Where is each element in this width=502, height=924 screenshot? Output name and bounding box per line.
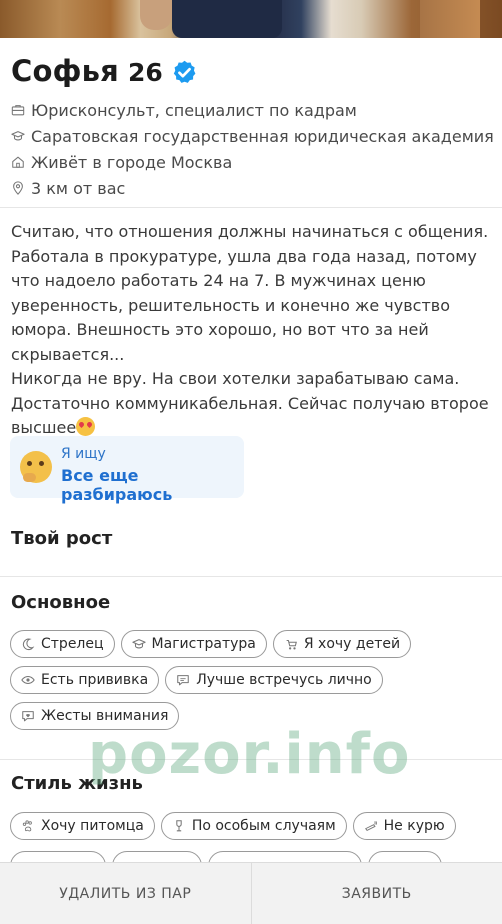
stroller-icon (284, 637, 298, 651)
verified-badge-icon (171, 59, 198, 86)
divider (0, 207, 502, 208)
chip-label: Не курю (384, 818, 445, 834)
bio-text: Считаю, что отношения должны начинаться … (11, 222, 489, 437)
wine-glass-icon (172, 819, 186, 833)
profile-age: 26 (128, 58, 163, 87)
chip-education[interactable]: Магистратура (121, 630, 267, 658)
thinking-face-icon (20, 451, 52, 483)
chip-label: Я хочу детей (304, 636, 400, 652)
profile-name: Софья (11, 54, 119, 88)
moon-icon (21, 637, 35, 651)
profile-photo[interactable] (0, 0, 502, 38)
info-city: Живёт в городе Москва (11, 149, 494, 175)
chip-label: Хочу питомца (41, 818, 144, 834)
no-smoking-icon (364, 819, 378, 833)
info-text: Живёт в городе Москва (31, 153, 232, 172)
chat-bubble-icon (176, 673, 190, 687)
seeking-label: Я ищу (61, 446, 106, 462)
photo-detail (172, 0, 282, 38)
lifestyle-chips: Хочу питомца По особым случаям Не курю (10, 812, 496, 840)
bottom-action-bar: УДАЛИТЬ ИЗ ПАР ЗАЯВИТЬ (0, 862, 502, 924)
location-pin-icon (11, 181, 25, 195)
remove-pair-button[interactable]: УДАЛИТЬ ИЗ ПАР (0, 863, 251, 924)
graduation-cap-icon (11, 129, 25, 143)
basics-section-title: Основное (11, 592, 110, 613)
info-distance: 3 км от вас (11, 175, 494, 201)
chip-drinking[interactable]: По особым случаям (161, 812, 347, 840)
seeking-value: Все еще разбираюсь (61, 466, 244, 504)
info-text: Саратовская государственная юридическая … (31, 127, 494, 146)
photo-detail (420, 0, 480, 38)
chip-communication[interactable]: Лучше встречусь лично (165, 666, 383, 694)
seeking-card[interactable]: Я ищу Все еще разбираюсь (10, 436, 244, 498)
info-text: 3 км от вас (31, 179, 125, 198)
chat-heart-icon (21, 709, 35, 723)
divider (0, 576, 502, 577)
chip-smoking[interactable]: Не курю (353, 812, 456, 840)
chip-label: По особым случаям (192, 818, 336, 834)
chip-label: Лучше встречусь лично (196, 672, 372, 688)
photo-detail (140, 0, 172, 30)
chip-zodiac[interactable]: Стрелец (10, 630, 115, 658)
eye-icon (21, 673, 35, 687)
watermark: pozor.info (88, 722, 410, 787)
house-icon (11, 155, 25, 169)
height-section-title: Твой рост (11, 528, 112, 549)
graduation-cap-icon (132, 637, 146, 651)
chip-label: Магистратура (152, 636, 256, 652)
chip-label: Есть прививка (41, 672, 148, 688)
report-button[interactable]: ЗАЯВИТЬ (251, 863, 502, 924)
paw-icon (21, 819, 35, 833)
info-text: Юрисконсульт, специалист по кадрам (31, 101, 357, 120)
chip-label: Стрелец (41, 636, 104, 652)
profile-bio: Считаю, что отношения должны начинаться … (11, 220, 495, 441)
info-education: Саратовская государственная юридическая … (11, 123, 494, 149)
briefcase-icon (11, 103, 25, 117)
info-job: Юрисконсульт, специалист по кадрам (11, 97, 494, 123)
chip-children[interactable]: Я хочу детей (273, 630, 411, 658)
basics-chips: Стрелец Магистратура Я хочу детей Есть п… (10, 630, 496, 730)
profile-header: Софья 26 (11, 54, 198, 88)
heart-eyes-emoji-icon (76, 417, 95, 436)
chip-vaccine[interactable]: Есть прививка (10, 666, 159, 694)
chip-pets[interactable]: Хочу питомца (10, 812, 155, 840)
profile-info-list: Юрисконсульт, специалист по кадрам Сарат… (11, 97, 494, 201)
